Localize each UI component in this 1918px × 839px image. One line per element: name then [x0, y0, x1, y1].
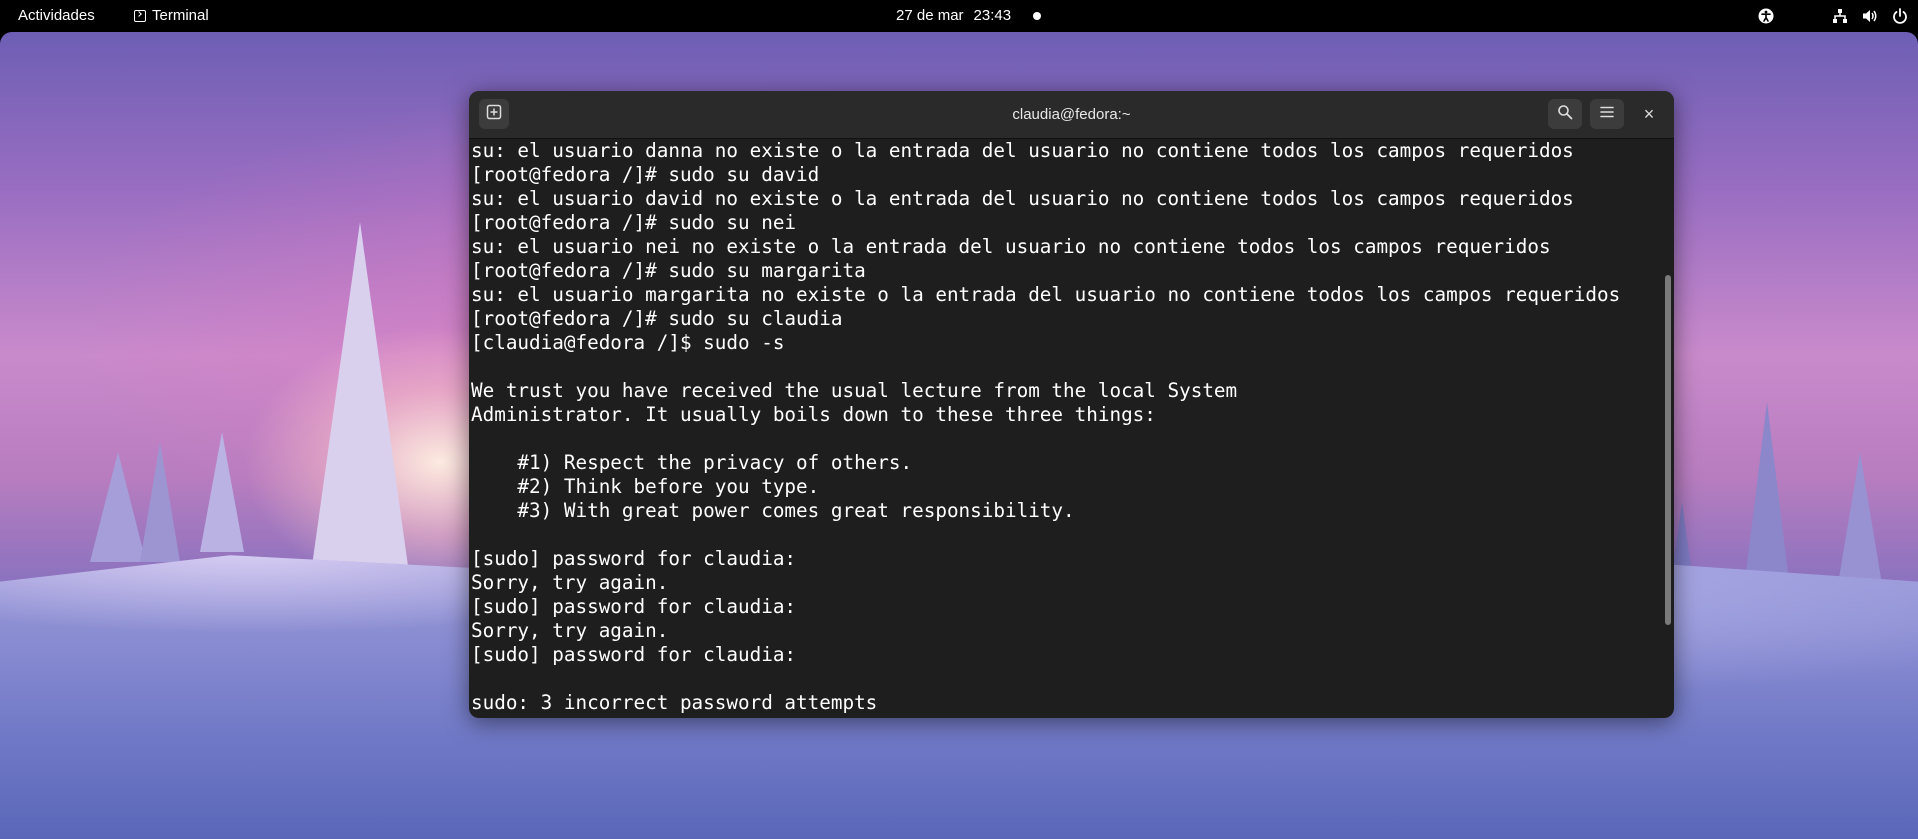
terminal-line: [root@fedora /]# sudo su nei: [471, 211, 797, 234]
close-button[interactable]: ×: [1634, 99, 1664, 129]
terminal-line: Sorry, try again.: [471, 571, 669, 594]
terminal-line: Administrator. It usually boils down to …: [471, 403, 1156, 426]
terminal-output-area[interactable]: su: el usuario danna no existe o la entr…: [471, 139, 1660, 718]
terminal-line: [root@fedora /]# sudo su david: [471, 163, 820, 186]
terminal-line: #2) Think before you type.: [471, 475, 820, 498]
window-title: claudia@fedora:~: [1012, 106, 1131, 123]
terminal-line: [sudo] password for claudia:: [471, 547, 797, 570]
terminal-line: [sudo] password for claudia:: [471, 595, 797, 618]
network-icon[interactable]: [1832, 8, 1848, 24]
volume-icon[interactable]: [1862, 8, 1878, 24]
top-bar: Actividades Terminal 27 de mar 23:43: [0, 0, 1918, 32]
terminal-line: [root@fedora /]# sudo su claudia: [471, 307, 843, 330]
terminal-line: Sorry, try again.: [471, 619, 669, 642]
power-icon[interactable]: [1892, 8, 1908, 24]
clock-time: 23:43: [973, 7, 1012, 24]
search-icon: [1557, 104, 1573, 125]
accessibility-icon[interactable]: [1758, 8, 1774, 24]
clock-button[interactable]: 27 de mar 23:43: [890, 0, 1047, 32]
terminal-line: [root@fedora /]# sudo su margarita: [471, 259, 866, 282]
terminal-line: sudo: 3 incorrect password attempts: [471, 691, 878, 714]
terminal-output: su: el usuario danna no existe o la entr…: [471, 139, 1660, 715]
terminal-scrollbar[interactable]: [1665, 275, 1671, 625]
terminal-app-icon: [134, 10, 146, 22]
desktop: Actividades Terminal 27 de mar 23:43 cla…: [0, 0, 1918, 839]
wallpaper-tree: [200, 432, 244, 552]
wallpaper-tree: [140, 442, 180, 562]
terminal-headerbar[interactable]: claudia@fedora:~ ×: [469, 91, 1674, 139]
clock-date: 27 de mar: [896, 7, 964, 24]
terminal-line: su: el usuario margarita no existe o la …: [471, 283, 1621, 306]
notification-dot-icon: [1033, 12, 1042, 20]
terminal-line: #1) Respect the privacy of others.: [471, 451, 913, 474]
terminal-window[interactable]: claudia@fedora:~ × su: el usuario danna …: [469, 91, 1674, 718]
terminal-line: su: el usuario nei no existe o la entrad…: [471, 235, 1551, 258]
terminal-line: su: el usuario danna no existe o la entr…: [471, 139, 1574, 162]
terminal-line: #3) With great power comes great respons…: [471, 499, 1075, 522]
app-menu-button[interactable]: Terminal: [128, 0, 215, 32]
system-tray[interactable]: [1758, 0, 1908, 32]
app-menu-label: Terminal: [152, 7, 209, 24]
new-tab-button[interactable]: [479, 99, 509, 129]
new-tab-icon: [486, 104, 502, 125]
terminal-line: su: el usuario david no existe o la entr…: [471, 187, 1574, 210]
close-icon: ×: [1643, 103, 1655, 124]
terminal-line: [claudia@fedora /]$ sudo -s: [471, 331, 785, 354]
activities-button[interactable]: Actividades: [10, 0, 103, 32]
terminal-line: We trust you have received the usual lec…: [471, 379, 1238, 402]
wallpaper-tree: [90, 452, 146, 562]
hamburger-menu-icon: [1599, 104, 1615, 125]
main-menu-button[interactable]: [1590, 99, 1624, 129]
terminal-line: [sudo] password for claudia:: [471, 643, 797, 666]
search-button[interactable]: [1548, 99, 1582, 129]
